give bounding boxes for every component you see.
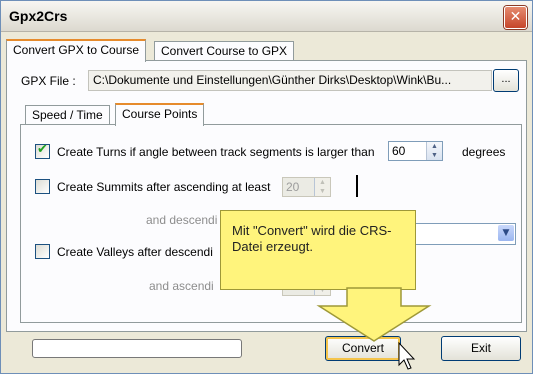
tab-convert-gpx-to-course[interactable]: Convert GPX to Course [6,39,147,62]
tab-label: Convert GPX to Course [13,43,140,57]
subtab-course-points[interactable]: Course Points [115,103,205,126]
subtab-label: Course Points [122,107,198,121]
app-window: Gpx2Crs ✕ Convert GPX to Course Convert … [0,0,533,374]
